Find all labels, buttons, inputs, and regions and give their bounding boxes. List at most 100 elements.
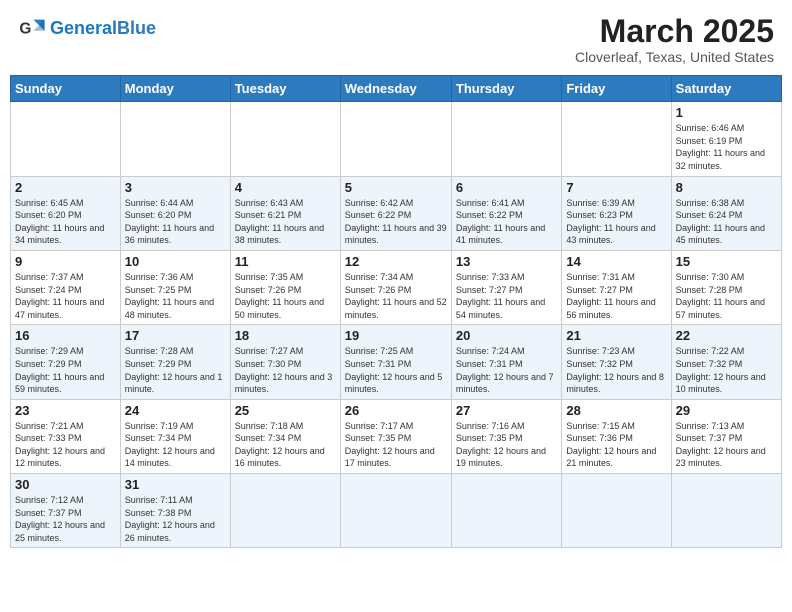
calendar-week-row: 23 Sunrise: 7:21 AMSunset: 7:33 PMDayligh… bbox=[11, 399, 782, 473]
location: Cloverleaf, Texas, United States bbox=[575, 49, 774, 65]
day-number: 29 bbox=[676, 403, 777, 418]
day-info: Sunrise: 7:11 AMSunset: 7:38 PMDaylight:… bbox=[125, 494, 226, 544]
day-info: Sunrise: 6:38 AMSunset: 6:24 PMDaylight:… bbox=[676, 197, 777, 247]
day-number: 13 bbox=[456, 254, 557, 269]
calendar-day-cell bbox=[451, 474, 561, 548]
day-number: 27 bbox=[456, 403, 557, 418]
day-info: Sunrise: 7:34 AMSunset: 7:26 PMDaylight:… bbox=[345, 271, 447, 321]
day-info: Sunrise: 7:21 AMSunset: 7:33 PMDaylight:… bbox=[15, 420, 116, 470]
calendar-week-row: 1 Sunrise: 6:46 AMSunset: 6:19 PMDaylight… bbox=[11, 102, 782, 176]
calendar-day-cell: 14Sunrise: 7:31 AMSunset: 7:27 PMDayligh… bbox=[562, 250, 671, 324]
day-number: 4 bbox=[235, 180, 336, 195]
calendar-day-cell: 9 Sunrise: 7:37 AMSunset: 7:24 PMDaylight… bbox=[11, 250, 121, 324]
day-number: 3 bbox=[125, 180, 226, 195]
day-number: 21 bbox=[566, 328, 666, 343]
day-number: 17 bbox=[125, 328, 226, 343]
calendar-day-cell bbox=[340, 102, 451, 176]
calendar-day-cell: 13 Sunrise: 7:33 AMSunset: 7:27 PMDayligh… bbox=[451, 250, 561, 324]
day-info: Sunrise: 7:33 AMSunset: 7:27 PMDaylight:… bbox=[456, 271, 557, 321]
calendar-day-cell: 16Sunrise: 7:29 AMSunset: 7:29 PMDayligh… bbox=[11, 325, 121, 399]
day-number: 14 bbox=[566, 254, 666, 269]
page-header: G GeneralBlue March 2025 Cloverleaf, Tex… bbox=[10, 10, 782, 69]
calendar-day-cell: 22Sunrise: 7:22 AMSunset: 7:32 PMDayligh… bbox=[671, 325, 781, 399]
day-info: Sunrise: 7:37 AMSunset: 7:24 PMDaylight:… bbox=[15, 271, 116, 321]
day-number: 25 bbox=[235, 403, 336, 418]
day-number: 11 bbox=[235, 254, 336, 269]
svg-text:G: G bbox=[19, 21, 31, 38]
day-info: Sunrise: 7:19 AMSunset: 7:34 PMDaylight:… bbox=[125, 420, 226, 470]
day-number: 1 bbox=[676, 105, 777, 120]
calendar-day-header: Friday bbox=[562, 76, 671, 102]
day-number: 9 bbox=[15, 254, 116, 269]
calendar-day-cell: 29Sunrise: 7:13 AMSunset: 7:37 PMDayligh… bbox=[671, 399, 781, 473]
day-info: Sunrise: 7:29 AMSunset: 7:29 PMDaylight:… bbox=[15, 345, 116, 395]
calendar-week-row: 2Sunrise: 6:45 AMSunset: 6:20 PMDaylight… bbox=[11, 176, 782, 250]
day-number: 7 bbox=[566, 180, 666, 195]
day-info: Sunrise: 7:36 AMSunset: 7:25 PMDaylight:… bbox=[125, 271, 226, 321]
day-info: Sunrise: 7:18 AMSunset: 7:34 PMDaylight:… bbox=[235, 420, 336, 470]
day-number: 19 bbox=[345, 328, 447, 343]
calendar-day-cell: 10 Sunrise: 7:36 AMSunset: 7:25 PMDayligh… bbox=[120, 250, 230, 324]
day-number: 30 bbox=[15, 477, 116, 492]
calendar-day-cell: 15Sunrise: 7:30 AMSunset: 7:28 PMDayligh… bbox=[671, 250, 781, 324]
calendar-day-cell: 30Sunrise: 7:12 AMSunset: 7:37 PMDayligh… bbox=[11, 474, 121, 548]
day-info: Sunrise: 7:25 AMSunset: 7:31 PMDaylight:… bbox=[345, 345, 447, 395]
day-number: 8 bbox=[676, 180, 777, 195]
day-number: 23 bbox=[15, 403, 116, 418]
day-info: Sunrise: 6:46 AMSunset: 6:19 PMDaylight:… bbox=[676, 122, 777, 172]
calendar-week-row: 30Sunrise: 7:12 AMSunset: 7:37 PMDayligh… bbox=[11, 474, 782, 548]
day-number: 12 bbox=[345, 254, 447, 269]
day-info: Sunrise: 6:41 AMSunset: 6:22 PMDaylight:… bbox=[456, 197, 557, 247]
calendar-day-cell: 1 Sunrise: 6:46 AMSunset: 6:19 PMDaylight… bbox=[671, 102, 781, 176]
calendar-day-cell: 18 Sunrise: 7:27 AMSunset: 7:30 PMDayligh… bbox=[230, 325, 340, 399]
calendar-day-cell: 21Sunrise: 7:23 AMSunset: 7:32 PMDayligh… bbox=[562, 325, 671, 399]
day-number: 24 bbox=[125, 403, 226, 418]
calendar-day-cell bbox=[230, 102, 340, 176]
month-title: March 2025 bbox=[575, 14, 774, 49]
calendar-day-cell: 7 Sunrise: 6:39 AMSunset: 6:23 PMDaylight… bbox=[562, 176, 671, 250]
day-number: 10 bbox=[125, 254, 226, 269]
calendar-day-cell bbox=[340, 474, 451, 548]
calendar-day-cell: 11 Sunrise: 7:35 AMSunset: 7:26 PMDayligh… bbox=[230, 250, 340, 324]
calendar-day-cell bbox=[562, 474, 671, 548]
day-number: 22 bbox=[676, 328, 777, 343]
calendar-day-header: Monday bbox=[120, 76, 230, 102]
calendar-day-cell bbox=[562, 102, 671, 176]
day-number: 6 bbox=[456, 180, 557, 195]
calendar-day-cell: 28Sunrise: 7:15 AMSunset: 7:36 PMDayligh… bbox=[562, 399, 671, 473]
day-info: Sunrise: 7:28 AMSunset: 7:29 PMDaylight:… bbox=[125, 345, 226, 395]
calendar-day-cell: 5Sunrise: 6:42 AMSunset: 6:22 PMDaylight… bbox=[340, 176, 451, 250]
calendar-week-row: 16Sunrise: 7:29 AMSunset: 7:29 PMDayligh… bbox=[11, 325, 782, 399]
title-block: March 2025 Cloverleaf, Texas, United Sta… bbox=[575, 14, 774, 65]
day-info: Sunrise: 7:17 AMSunset: 7:35 PMDaylight:… bbox=[345, 420, 447, 470]
day-number: 18 bbox=[235, 328, 336, 343]
calendar-table: SundayMondayTuesdayWednesdayThursdayFrid… bbox=[10, 75, 782, 548]
logo-icon: G bbox=[18, 14, 46, 42]
day-number: 26 bbox=[345, 403, 447, 418]
day-info: Sunrise: 6:42 AMSunset: 6:22 PMDaylight:… bbox=[345, 197, 447, 247]
calendar-week-row: 9 Sunrise: 7:37 AMSunset: 7:24 PMDaylight… bbox=[11, 250, 782, 324]
calendar-day-cell bbox=[230, 474, 340, 548]
calendar-day-cell: 24 Sunrise: 7:19 AMSunset: 7:34 PMDayligh… bbox=[120, 399, 230, 473]
calendar-day-cell: 3 Sunrise: 6:44 AMSunset: 6:20 PMDaylight… bbox=[120, 176, 230, 250]
day-info: Sunrise: 6:39 AMSunset: 6:23 PMDaylight:… bbox=[566, 197, 666, 247]
day-number: 31 bbox=[125, 477, 226, 492]
calendar-day-cell: 12 Sunrise: 7:34 AMSunset: 7:26 PMDayligh… bbox=[340, 250, 451, 324]
calendar-day-cell: 27Sunrise: 7:16 AMSunset: 7:35 PMDayligh… bbox=[451, 399, 561, 473]
day-number: 15 bbox=[676, 254, 777, 269]
logo: G GeneralBlue bbox=[18, 14, 156, 42]
day-info: Sunrise: 6:45 AMSunset: 6:20 PMDaylight:… bbox=[15, 197, 116, 247]
calendar-day-cell bbox=[451, 102, 561, 176]
calendar-day-cell: 23 Sunrise: 7:21 AMSunset: 7:33 PMDayligh… bbox=[11, 399, 121, 473]
calendar-day-cell bbox=[11, 102, 121, 176]
calendar-day-cell: 25 Sunrise: 7:18 AMSunset: 7:34 PMDayligh… bbox=[230, 399, 340, 473]
calendar-day-header: Thursday bbox=[451, 76, 561, 102]
calendar-day-cell bbox=[120, 102, 230, 176]
day-info: Sunrise: 7:27 AMSunset: 7:30 PMDaylight:… bbox=[235, 345, 336, 395]
day-info: Sunrise: 6:44 AMSunset: 6:20 PMDaylight:… bbox=[125, 197, 226, 247]
calendar-day-header: Saturday bbox=[671, 76, 781, 102]
calendar-day-header: Wednesday bbox=[340, 76, 451, 102]
day-info: Sunrise: 7:35 AMSunset: 7:26 PMDaylight:… bbox=[235, 271, 336, 321]
day-number: 20 bbox=[456, 328, 557, 343]
calendar-day-cell: 4Sunrise: 6:43 AMSunset: 6:21 PMDaylight… bbox=[230, 176, 340, 250]
